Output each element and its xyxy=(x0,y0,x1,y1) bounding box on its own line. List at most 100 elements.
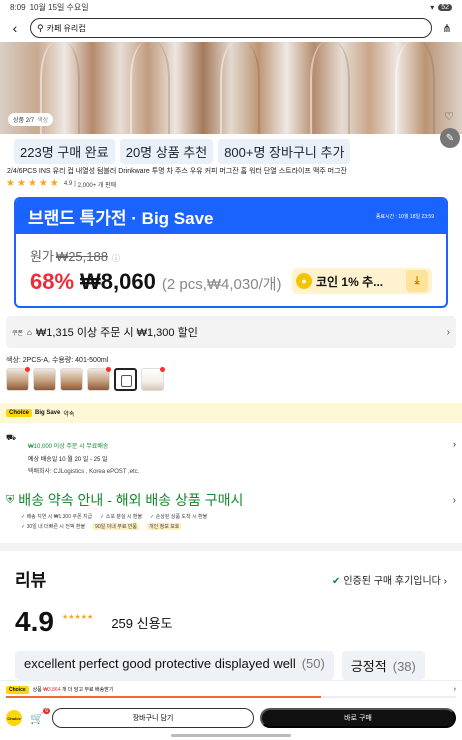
choice-banner: Choice Big Save 약속 xyxy=(0,403,462,423)
top-bar: ‹ ⚲ 카페 유리컵 ⋔ xyxy=(0,14,462,42)
shipping-progress-bar xyxy=(6,696,456,698)
status-bar: 8:09 10월 15일 수요일 ▾ 52 xyxy=(0,0,462,14)
bigsave-badge: Big Save xyxy=(35,410,61,416)
coupon-label: 쿠폰 xyxy=(12,330,24,337)
variant-thumb[interactable] xyxy=(141,367,165,391)
review-tag-count: (50) xyxy=(301,656,325,671)
cart-icon[interactable]: 🛒 6 xyxy=(28,707,50,725)
review-tag-label: 긍정적 xyxy=(350,659,387,674)
verified-reviews-link[interactable]: ✔ 인증된 구매 후기입니다 › xyxy=(332,572,447,587)
check-icon: ✔ xyxy=(331,576,341,587)
shield-icon: ⛨ xyxy=(6,493,15,506)
original-price: ₩25,188 xyxy=(55,249,108,264)
search-value: 카페 유리컵 xyxy=(46,23,86,33)
info-icon[interactable]: ⓘ xyxy=(112,254,120,263)
variant-thumb-selected[interactable] xyxy=(114,368,137,391)
chevron-right-icon: › xyxy=(452,494,456,506)
carriers: 택배회사: CJLogistics , Korea ePOST ,etc. xyxy=(28,469,140,475)
coin-reward-button[interactable]: ● 코인 1% 추... ⤓ xyxy=(292,268,432,294)
strip-text: 개 더 담고 무료 배송받기 xyxy=(61,687,114,693)
review-score-value: 4.9 xyxy=(15,606,54,637)
buy-now-button[interactable]: 바로 구매 xyxy=(260,708,456,728)
image-counter: 상품 2/7 xyxy=(13,118,35,124)
search-icon: ⚲ xyxy=(37,22,44,33)
guarantee-item: ✓ 30일 내 더빠른 시 전액 환불 xyxy=(21,524,86,530)
chip-recommended: 20명 상품 추천 xyxy=(119,139,214,164)
brand-sale-header: 브랜드 특가전 · Big Save 종료시간 : 10월 18일 23:59 xyxy=(16,199,446,234)
truck-icon: ⛟ xyxy=(6,433,17,442)
price-row: 68% ₩8,060 (2 pcs,₩4,030/개) xyxy=(30,269,282,295)
star-icon: ★ xyxy=(6,178,15,189)
star-icon: ★ xyxy=(38,178,48,189)
variant-thumb[interactable] xyxy=(87,367,111,391)
original-price-row: 원가 ₩25,188 ⓘ xyxy=(30,246,120,265)
star-icon: ★ xyxy=(49,178,59,189)
edit-icon[interactable]: ✎ xyxy=(440,128,460,148)
variant-thumb[interactable] xyxy=(60,368,83,391)
rating-value: 4.9 xyxy=(63,181,73,187)
wishlist-heart-icon[interactable]: ♡ xyxy=(444,110,454,123)
coupon-tag-icon: ⌂ xyxy=(27,327,32,337)
strip-text: 상품 xyxy=(32,687,42,693)
add-to-cart-button[interactable]: 장바구니 담기 xyxy=(52,708,254,728)
coupon-row[interactable]: 쿠폰 ⌂ ₩1,315 이상 주문 시 ₩1,300 할인 › xyxy=(6,316,456,348)
choice-badge: Choice xyxy=(6,685,29,694)
status-date: 10월 15일 수요일 xyxy=(29,2,89,12)
variant-thumbnails xyxy=(6,367,165,391)
delivery-guarantee[interactable]: ⛨ 배송 약속 안내 - 해외 배송 상품 구매시 › ✓ 배송 지연 시 ₩1… xyxy=(6,490,456,530)
variant-thumb[interactable] xyxy=(6,367,30,391)
delivery-eta: 예상 배송일 10 월 20 일 - 25 일 xyxy=(28,457,108,463)
star-icon: ★ xyxy=(16,178,26,189)
review-score: 4.9 ★★★★★ 259 신용도 xyxy=(15,606,173,638)
rating-sep: | xyxy=(74,181,76,187)
battery-indicator: 52 xyxy=(438,3,452,11)
chip-cart-added: 800+명 장바구니 추가 xyxy=(218,139,351,164)
star-icon: ★ xyxy=(27,178,37,189)
free-shipping-text: ₩10,000 이상 주문 시 무료배송 xyxy=(28,444,109,450)
review-tags: excellent perfect good protective displa… xyxy=(15,651,425,680)
verified-text: 인증된 구매 후기입니다 xyxy=(343,576,441,587)
product-title: 2/4/6PCS INS 유리 컵 내열성 텀블러 Drinkware 투명 차… xyxy=(7,168,347,175)
sale-price: ₩8,060 xyxy=(80,269,156,294)
coin-label: 코인 1% 추... xyxy=(316,274,384,289)
review-count: 259 신용도 xyxy=(111,615,173,631)
rating-row[interactable]: ★ ★ ★ ★ ★ 4.9 | 2,000+ 개 판매 xyxy=(6,179,116,189)
guarantee-row-2: ✓ 30일 내 더빠른 시 전액 환불 90일 이내 무료 반품 개인 정보 보… xyxy=(21,523,456,530)
guarantee-item: 개인 정보 보호 xyxy=(147,523,182,530)
strip-amount: ₩3,864 xyxy=(43,686,61,693)
social-proof-chips: 223명 구매 완료 20명 상품 추천 800+명 장바구니 추가 xyxy=(14,139,351,164)
guarantee-item: ✓ 손상된 상품 도착 시 환불 xyxy=(150,514,208,520)
guarantee-item: ✓ 배송 지연 시 ₩1,300 쿠폰 지급 xyxy=(21,514,93,520)
coupon-text: ₩1,315 이상 주문 시 ₩1,300 할인 xyxy=(35,327,198,339)
bottom-action-bar: Choice 🛒 6 장바구니 담기 바로 구매 xyxy=(0,703,462,733)
product-page: 8:09 10월 15일 수요일 ▾ 52 ‹ ⚲ 카페 유리컵 ⋔ 상품 2/… xyxy=(0,0,462,740)
brand-sale-title: 브랜드 특가전 · Big Save xyxy=(28,209,214,228)
review-header: 리뷰 ✔ 인증된 구매 후기입니다 › xyxy=(15,566,455,591)
review-tag-label: excellent perfect good protective displa… xyxy=(24,656,296,671)
original-price-label: 원가 xyxy=(30,249,54,264)
sold-count: 2,000+ 개 판매 xyxy=(77,182,117,189)
nav-handle xyxy=(171,734,291,737)
image-counter-badge: 상품 2/7 색상 xyxy=(8,113,54,126)
download-icon[interactable]: ⤓ xyxy=(406,270,428,292)
chip-purchased: 223명 구매 완료 xyxy=(14,139,115,164)
review-tag[interactable]: excellent perfect good protective displa… xyxy=(15,651,334,680)
share-icon[interactable]: ⋔ xyxy=(438,22,456,35)
guarantee-item: ✓ 소포 분실 시 환불 xyxy=(100,514,143,520)
chevron-right-icon: › xyxy=(453,686,456,693)
sale-end-time: 종료시간 : 10월 18일 23:59 xyxy=(375,214,434,220)
variant-thumb[interactable] xyxy=(33,368,56,391)
brand-sale-box: 브랜드 특가전 · Big Save 종료시간 : 10월 18일 23:59 … xyxy=(14,197,448,308)
image-variant-label: 색상 xyxy=(37,118,49,124)
discount-percent: 68% xyxy=(30,269,75,294)
cart-count-badge: 6 xyxy=(43,707,50,714)
choice-text: 약속 xyxy=(63,411,75,418)
product-image[interactable]: 상품 2/7 색상 xyxy=(0,42,462,134)
section-divider xyxy=(0,543,462,551)
back-icon[interactable]: ‹ xyxy=(6,20,24,36)
search-input[interactable]: ⚲ 카페 유리컵 xyxy=(30,18,432,38)
wifi-icon: ▾ xyxy=(430,2,435,12)
review-tag[interactable]: 긍정적 (38) xyxy=(341,651,425,680)
status-time: 8:09 xyxy=(10,2,26,12)
unit-price: (2 pcs,₩4,030/개) xyxy=(161,276,282,293)
